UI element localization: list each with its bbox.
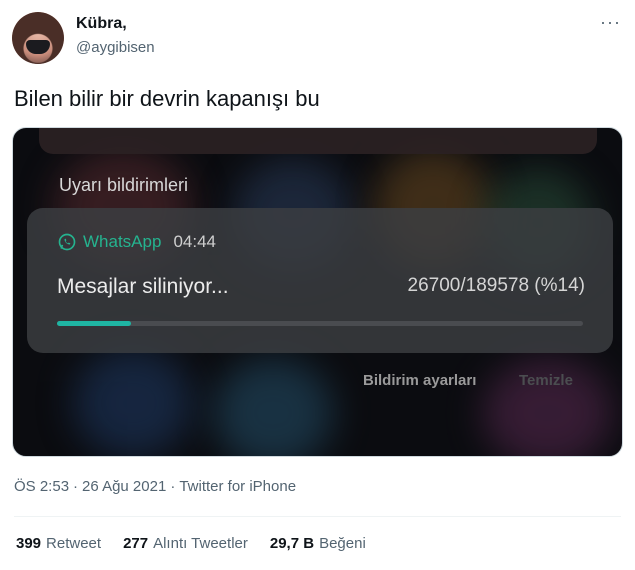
quote-tweets-stat[interactable]: 277 Alıntı Tweetler: [123, 535, 248, 552]
tweet-meta: ÖS 2:53 · 26 Ağu 2021 · Twitter for iPho…: [14, 478, 296, 495]
progress-bar-fill: [57, 321, 131, 326]
clear-button[interactable]: Temizle: [519, 372, 573, 389]
tweet-text: Bilen bilir bir devrin kapanışı bu: [14, 86, 320, 111]
retweets-stat[interactable]: 399 Retweet: [16, 535, 101, 552]
progress-text: 26700/189578 (%14): [407, 275, 585, 296]
author-handle[interactable]: @aygibisen: [76, 39, 155, 56]
likes-count: 29,7 B: [269, 535, 315, 552]
tweet-time[interactable]: ÖS 2:53: [14, 478, 69, 495]
engagement-stats: 399 Retweet 277 Alıntı Tweetler 29,7 B B…: [16, 535, 366, 552]
quote-tweets-label: Alıntı Tweetler: [153, 535, 248, 552]
tweet-source[interactable]: Twitter for iPhone: [179, 478, 296, 495]
more-options-icon[interactable]: ···: [600, 12, 621, 33]
avatar[interactable]: [12, 12, 64, 64]
quote-tweets-count: 277: [123, 535, 149, 552]
whatsapp-icon: [58, 233, 76, 251]
tweet-media-image[interactable]: Uyarı bildirimleri WhatsApp 04:44 Mesajl…: [12, 127, 623, 457]
author-name[interactable]: Kübra,: [76, 15, 127, 33]
retweets-count: 399: [16, 535, 42, 552]
meta-separator: ·: [73, 478, 79, 495]
notification-header: WhatsApp 04:44: [57, 232, 216, 252]
divider: [14, 516, 621, 517]
notification-message: Mesajlar siliniyor...: [57, 275, 229, 298]
app-name: WhatsApp: [83, 232, 162, 251]
notification-settings-button[interactable]: Bildirim ayarları: [363, 372, 476, 389]
progress-bar: [57, 321, 583, 326]
retweets-label: Retweet: [46, 535, 102, 552]
tweet-date[interactable]: 26 Ağu 2021: [82, 478, 166, 495]
meta-separator: ·: [170, 478, 176, 495]
notification-card[interactable]: WhatsApp 04:44 Mesajlar siliniyor... 267…: [27, 208, 613, 353]
bokeh-light: [213, 358, 333, 456]
likes-stat[interactable]: 29,7 B Beğeni: [270, 535, 366, 552]
section-title: Uyarı bildirimleri: [59, 175, 189, 195]
notification-time: 04:44: [173, 232, 216, 251]
previous-notification-edge: [39, 128, 597, 154]
tweet: Kübra, @aygibisen ··· Bilen bilir bir de…: [0, 0, 635, 570]
avatar-hair: [12, 12, 64, 64]
bokeh-light: [73, 348, 193, 456]
likes-label: Beğeni: [319, 535, 366, 552]
